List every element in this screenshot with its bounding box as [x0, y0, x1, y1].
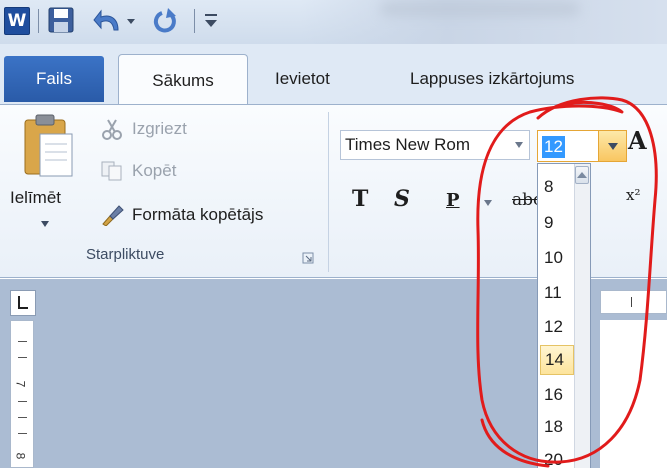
- font-name-value: Times New Rom: [345, 135, 470, 154]
- tab-page-layout[interactable]: Lappuses izkārtojums: [410, 56, 574, 102]
- font-size-option-highlighted[interactable]: 14: [540, 345, 574, 375]
- ribbon-group-separator: [328, 112, 329, 272]
- font-size-dropdown-list[interactable]: 8 9 10 11 12 14 16 18 20: [537, 163, 591, 468]
- format-painter-button[interactable]: Formāta kopētājs: [100, 204, 263, 226]
- cut-button[interactable]: Izgriezt: [100, 118, 187, 140]
- ruler-number: 7: [13, 380, 28, 388]
- paste-button-label[interactable]: Ielīmēt: [10, 188, 61, 208]
- copy-icon: [101, 161, 122, 181]
- format-painter-icon: [102, 205, 124, 226]
- undo-dropdown-icon[interactable]: [126, 16, 136, 26]
- tab-home[interactable]: Sākums: [118, 54, 248, 106]
- copy-button[interactable]: Kopēt: [100, 160, 176, 182]
- scroll-up-button[interactable]: [575, 166, 589, 184]
- dropdown-scrollbar[interactable]: [574, 164, 590, 468]
- scissors-icon: [102, 119, 122, 140]
- font-size-combobox[interactable]: 12: [537, 130, 627, 162]
- tab-file[interactable]: Fails: [4, 56, 104, 102]
- ruler-tick: [18, 401, 27, 402]
- font-size-dropdown-button[interactable]: [598, 131, 626, 161]
- paste-dropdown-icon[interactable]: [40, 220, 50, 228]
- font-size-option[interactable]: 9: [540, 208, 574, 238]
- tab-selector-button[interactable]: [10, 290, 36, 316]
- undo-icon[interactable]: [92, 6, 124, 36]
- word-app-icon[interactable]: W: [4, 7, 30, 35]
- vertical-ruler: 7 8: [10, 320, 34, 468]
- ruler-number: 8: [13, 452, 28, 460]
- grow-font-icon[interactable]: A: [628, 126, 658, 162]
- quick-access-separator: [38, 9, 39, 33]
- copy-label: Kopēt: [132, 161, 177, 180]
- underline-button[interactable]: P: [446, 190, 460, 211]
- font-size-option[interactable]: 16: [540, 380, 574, 410]
- superscript-button[interactable]: x²: [626, 186, 640, 204]
- horizontal-ruler: [600, 290, 667, 314]
- left-tab-stop-icon: [18, 296, 28, 309]
- format-painter-label: Formāta kopētājs: [132, 205, 264, 224]
- font-size-option[interactable]: 8: [540, 172, 574, 202]
- font-size-option[interactable]: 11: [540, 278, 574, 308]
- font-size-option[interactable]: 18: [540, 412, 574, 442]
- customize-quick-access-icon[interactable]: [202, 10, 220, 32]
- ruler-tick: [18, 417, 27, 418]
- bold-button[interactable]: T: [352, 186, 368, 212]
- dialog-launcher-icon[interactable]: [302, 252, 314, 264]
- cut-label: Izgriezt: [132, 119, 187, 138]
- font-size-option[interactable]: 20: [540, 445, 574, 468]
- underline-dropdown-icon[interactable]: [484, 200, 492, 206]
- save-icon[interactable]: [48, 7, 74, 33]
- document-page[interactable]: [600, 320, 667, 468]
- font-name-combobox[interactable]: Times New Rom: [340, 130, 530, 160]
- chevron-down-icon: [608, 143, 618, 150]
- font-size-option[interactable]: 10: [540, 243, 574, 273]
- clipboard-group-label: Starpliktuve: [86, 246, 165, 263]
- font-size-value[interactable]: 12: [542, 136, 565, 158]
- tab-insert[interactable]: Ievietot: [275, 56, 330, 102]
- paste-icon[interactable]: [22, 112, 76, 180]
- ruler-tick: [18, 341, 27, 342]
- ruler-tick: [18, 357, 27, 358]
- ruler-tick: [18, 433, 27, 434]
- repeat-icon[interactable]: [150, 6, 180, 36]
- title-bar-blur-text: [380, 2, 580, 16]
- italic-button[interactable]: S: [394, 186, 410, 212]
- chevron-down-icon[interactable]: [515, 142, 523, 148]
- font-size-option[interactable]: 12: [540, 312, 574, 342]
- chevron-up-icon: [577, 172, 587, 178]
- quick-access-separator-2: [194, 9, 195, 33]
- ruler-tick: [631, 297, 632, 307]
